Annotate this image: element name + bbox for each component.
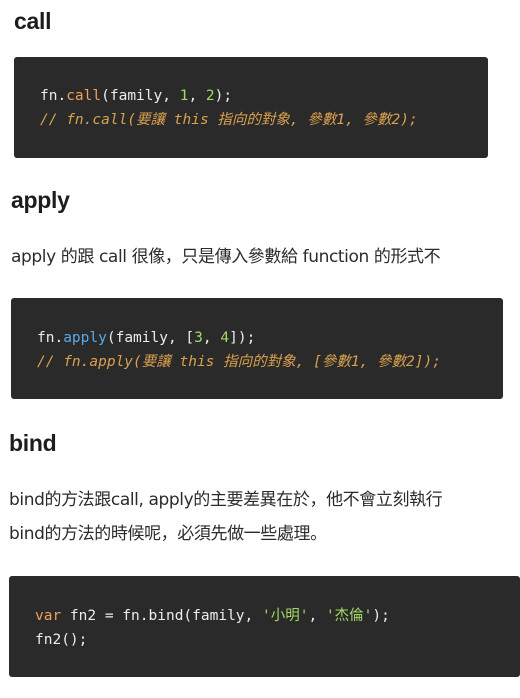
code-block-apply: fn.apply(family, [3, 4]); // fn.apply(要讓…	[11, 298, 503, 399]
paragraph-apply: apply 的跟 call 很像，只是傳入參數給 function 的形式不	[11, 247, 441, 267]
code-token: 3	[194, 330, 203, 346]
code-token: ,	[202, 330, 221, 346]
code-token: ,	[188, 88, 206, 104]
code-line: fn.call(family, 1, 2);	[40, 84, 232, 108]
code-line: fn2();	[35, 632, 88, 648]
heading-bind: bind	[9, 430, 57, 456]
code-token: (family,	[101, 88, 180, 104]
code-token: apply	[63, 330, 107, 346]
code-block-call: fn.call(family, 1, 2); // fn.call(要讓 thi…	[14, 57, 488, 158]
code-token: (family, [	[106, 330, 195, 346]
paragraph-bind-line-1: bind的方法跟call, apply的主要差異在於，他不會立刻執行	[9, 490, 443, 510]
code-line: fn.apply(family, [3, 4]);	[37, 326, 255, 350]
code-block-bind: var fn2 = fn.bind(family, '小明', '杰倫'); f…	[9, 576, 520, 677]
code-token: '杰倫'	[325, 608, 373, 624]
code-comment: // fn.call(要讓 this 指向的對象, 參數1, 參數2);	[40, 112, 418, 128]
code-token: ]);	[229, 330, 256, 346]
code-token: ,	[308, 608, 326, 624]
code-token: fn	[37, 330, 55, 346]
paragraph-bind-line-2: bind的方法的時候呢，必須先做一些處理。	[9, 524, 327, 544]
code-token: 4	[220, 330, 230, 346]
code-token: .	[54, 330, 64, 346]
code-line: var fn2 = fn.bind(family, '小明', '杰倫');	[35, 604, 390, 628]
code-token: .	[57, 88, 67, 104]
code-token: fn	[40, 88, 58, 104]
code-token: );	[372, 608, 390, 624]
code-token: call	[66, 88, 102, 104]
code-token: );	[214, 88, 233, 104]
code-token: var	[35, 608, 62, 624]
code-comment: // fn.apply(要讓 this 指向的對象, [參數1, 參數2]);	[37, 354, 441, 370]
code-token: 2	[205, 88, 215, 104]
code-token: '小明'	[262, 608, 309, 624]
heading-apply: apply	[11, 187, 70, 213]
code-token: fn2 = fn.bind(family,	[61, 608, 262, 624]
heading-call: call	[14, 8, 52, 34]
